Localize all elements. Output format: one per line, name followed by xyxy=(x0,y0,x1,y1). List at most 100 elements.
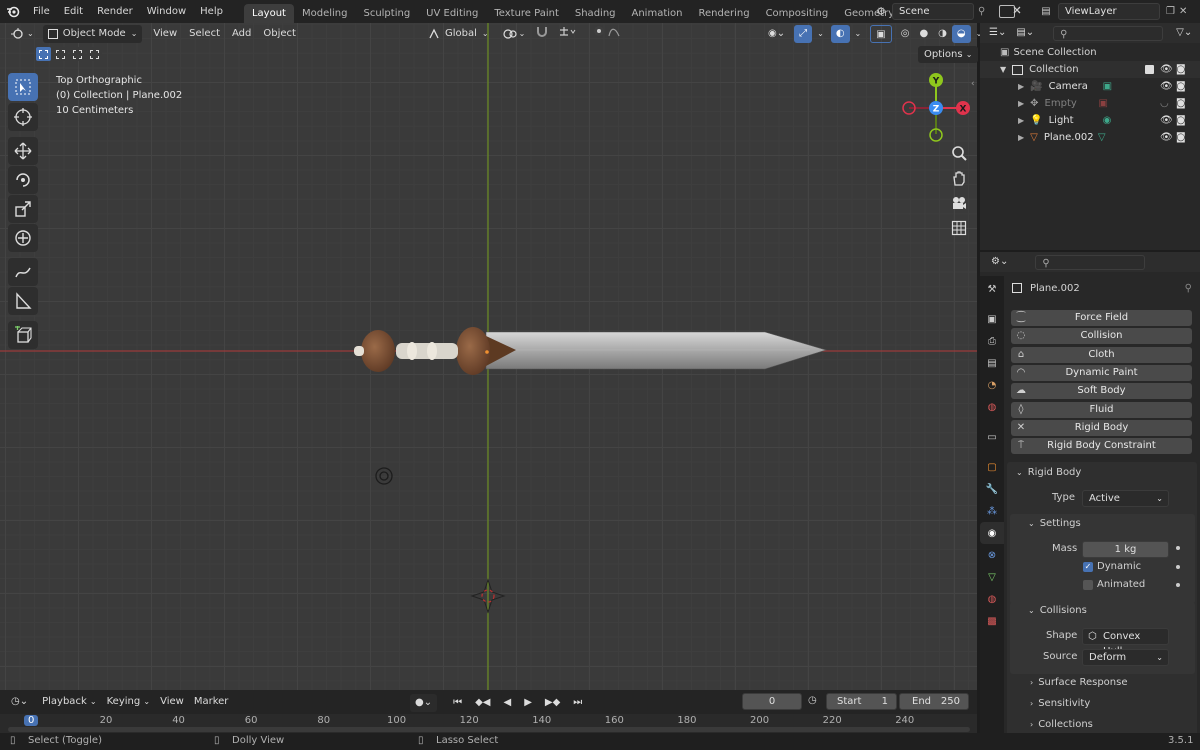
physics-tab-icon[interactable]: ◉ xyxy=(980,522,1004,544)
view-menu[interactable]: View xyxy=(148,25,182,43)
surface-response-subpanel[interactable]: › Surface Response xyxy=(1030,677,1128,688)
rendered-shading-icon[interactable]: ◒ xyxy=(951,25,971,43)
source-dropdown[interactable]: Deform ⌄ xyxy=(1082,649,1169,666)
orientation-dropdown[interactable]: Global ⌄ xyxy=(423,25,494,43)
eye-icon[interactable]: ◡ xyxy=(1160,98,1169,109)
view-layer-name[interactable]: ViewLayer xyxy=(1058,3,1160,20)
gizmo-toggle-icon[interactable]: ⤢ xyxy=(794,25,813,43)
options-dropdown[interactable]: Options ⌄ xyxy=(918,46,979,63)
mesh-data-icon[interactable]: ▽ xyxy=(1098,132,1106,143)
start-frame-field[interactable]: Start 1 xyxy=(826,693,897,710)
perspective-toggle-icon[interactable] xyxy=(947,216,971,240)
camera-view-icon[interactable] xyxy=(947,191,971,215)
texture-tab-icon[interactable]: ▩ xyxy=(980,610,1004,632)
3d-viewport[interactable]: Top Orthographic (0) Collection | Plane.… xyxy=(0,23,977,690)
render-tab-icon[interactable]: ▣ xyxy=(980,308,1004,330)
playback-menu[interactable]: Playback ⌄ xyxy=(37,693,102,711)
physics-button-soft-body[interactable]: ☁ Soft Body xyxy=(1011,383,1192,400)
record-icon[interactable]: ●⌄ xyxy=(410,693,438,712)
prev-keyframe-icon[interactable]: ◆◀ xyxy=(470,694,495,712)
transform-tool-icon[interactable] xyxy=(8,224,38,252)
keyframe-dot-icon[interactable] xyxy=(1176,583,1180,587)
physics-button-collision[interactable]: ◌ Collision xyxy=(1011,328,1192,345)
material-shading-icon[interactable]: ◑ xyxy=(933,25,952,43)
outliner-item-light[interactable]: ▶ 💡 Light ◉ 👁 ◙ xyxy=(980,112,1200,129)
timeline-scrollbar[interactable] xyxy=(8,727,970,732)
solid-shading-icon[interactable]: ● xyxy=(914,25,933,43)
next-keyframe-icon[interactable]: ▶◆ xyxy=(540,694,565,712)
tool-tab-icon[interactable]: ⚒ xyxy=(980,278,1004,300)
dynamic-checkbox[interactable]: ✓ xyxy=(1083,562,1093,572)
add-menu[interactable]: Add xyxy=(227,25,256,43)
pivot-point-dropdown[interactable]: ⌄ xyxy=(498,25,531,43)
scene-tab-icon[interactable]: ◔ xyxy=(980,374,1004,396)
select-extend-icon[interactable] xyxy=(53,47,68,61)
light-data-icon[interactable]: ◉ xyxy=(1103,115,1112,126)
rotate-tool-icon[interactable] xyxy=(8,166,38,194)
end-frame-field[interactable]: End 250 xyxy=(899,693,969,710)
output-tab-icon[interactable]: ⎙ xyxy=(980,330,1004,352)
eye-icon[interactable]: 👁 xyxy=(1160,81,1173,92)
camera-data-icon[interactable]: ▣ xyxy=(1103,81,1112,92)
outliner-editor-type-icon[interactable]: ☰⌄ xyxy=(984,24,1011,42)
blender-logo-icon[interactable] xyxy=(0,0,26,23)
outliner-collection[interactable]: ▼ Collection 👁 ◙ xyxy=(980,61,1200,78)
material-tab-icon[interactable]: ◍ xyxy=(980,588,1004,610)
camera-render-icon[interactable]: ◙ xyxy=(1176,64,1186,75)
expand-chevron-icon[interactable]: ▶ xyxy=(1018,82,1024,91)
workspace-tab-compositing[interactable]: Compositing xyxy=(758,4,837,23)
select-subtract-icon[interactable] xyxy=(70,47,85,61)
collection-tab-icon[interactable]: ▭ xyxy=(980,426,1004,448)
object-tab-icon[interactable]: ▢ xyxy=(980,456,1004,478)
menu-help[interactable]: Help xyxy=(193,0,230,23)
select-new-icon[interactable] xyxy=(36,47,51,61)
play-icon[interactable]: ▶ xyxy=(519,694,537,712)
annotate-tool-icon[interactable] xyxy=(8,258,38,286)
workspace-tab-texture-paint[interactable]: Texture Paint xyxy=(486,4,567,23)
object-menu[interactable]: Object xyxy=(258,25,301,43)
cursor-tool-icon[interactable] xyxy=(8,103,38,131)
proportional-edit-icon[interactable] xyxy=(588,25,628,43)
workspace-tab-layout[interactable]: Layout xyxy=(243,4,294,23)
physics-button-cloth[interactable]: ⌂ Cloth xyxy=(1011,346,1192,363)
timeline-view-menu[interactable]: View xyxy=(155,693,189,711)
physics-button-force-field[interactable]: ⁐ Force Field xyxy=(1011,310,1192,326)
camera-render-icon[interactable]: ◙ xyxy=(1176,132,1186,143)
add-cube-tool-icon[interactable] xyxy=(8,321,38,349)
xray-toggle-icon[interactable]: ▣ xyxy=(870,25,892,43)
settings-subpanel-header[interactable]: ⌄ Settings xyxy=(1028,518,1081,529)
physics-button-rigid-body-constraint[interactable]: ⍑ Rigid Body Constraint xyxy=(1011,438,1192,455)
mode-dropdown[interactable]: Object Mode ⌄ xyxy=(42,25,143,43)
stopwatch-icon[interactable]: ◷ xyxy=(808,695,817,706)
eye-icon[interactable]: 👁 xyxy=(1160,132,1173,143)
select-menu[interactable]: Select xyxy=(184,25,225,43)
menu-file[interactable]: File xyxy=(26,0,57,23)
expand-chevron-icon[interactable]: ▶ xyxy=(1018,133,1024,142)
remove-scene-icon[interactable] xyxy=(1012,5,1022,15)
snap-target-icon[interactable] xyxy=(554,25,582,43)
sidebar-toggle-icon[interactable]: ‹ xyxy=(971,79,975,89)
properties-editor-type-icon[interactable]: ⚙⌄ xyxy=(986,253,1013,271)
type-dropdown[interactable]: Active ⌄ xyxy=(1082,490,1169,507)
camera-render-icon[interactable]: ◙ xyxy=(1176,81,1186,92)
marker-menu[interactable]: Marker xyxy=(189,693,234,711)
add-view-layer-icon[interactable]: ❐ xyxy=(1166,6,1175,17)
workspace-tab-rendering[interactable]: Rendering xyxy=(690,4,757,23)
eye-icon[interactable]: 👁 xyxy=(1160,115,1173,126)
visibility-icon[interactable]: ◉⌄ xyxy=(763,25,790,43)
pin-icon[interactable]: ⚲ xyxy=(978,6,985,17)
sensitivity-subpanel[interactable]: › Sensitivity xyxy=(1030,698,1090,709)
view-layer-selector[interactable]: ▤ ViewLayer ❐ ✕ xyxy=(1034,2,1194,21)
camera-render-icon[interactable]: ◙ xyxy=(1176,98,1186,109)
outliner-item-empty[interactable]: ▶ ✥ Empty ▣ ◡ ◙ xyxy=(980,95,1200,112)
display-mode-icon[interactable]: ▤⌄ xyxy=(1011,24,1039,42)
outliner-item-plane-002[interactable]: ▶ ▽ Plane.002 ▽ 👁 ◙ xyxy=(980,129,1200,146)
editor-type-icon[interactable]: ⌄ xyxy=(6,25,39,43)
keying-menu[interactable]: Keying ⌄ xyxy=(102,693,155,711)
mass-field[interactable]: 1 kg xyxy=(1082,541,1169,558)
overlay-toggle-icon[interactable]: ◐ xyxy=(830,25,850,43)
camera-render-icon[interactable]: ◙ xyxy=(1176,115,1186,126)
remove-view-layer-icon[interactable]: ✕ xyxy=(1179,6,1187,17)
modifier-tab-icon[interactable]: 🔧 xyxy=(980,478,1004,500)
data-tab-icon[interactable]: ▽ xyxy=(980,566,1004,588)
